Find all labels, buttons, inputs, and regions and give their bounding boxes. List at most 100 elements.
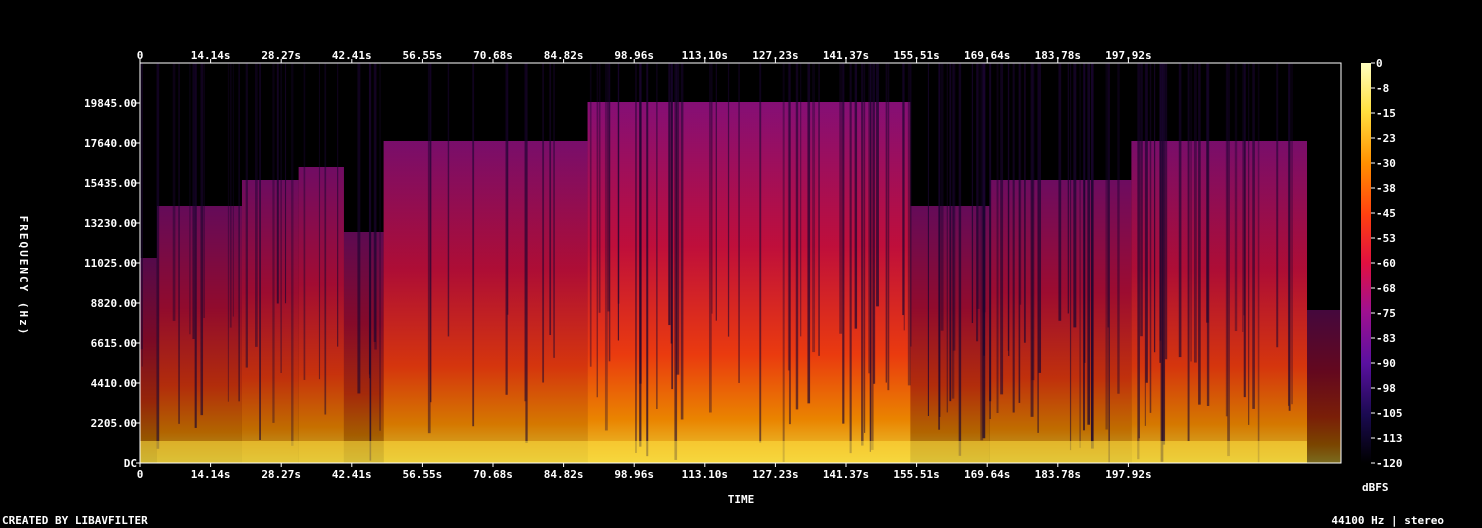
transient-line	[910, 63, 912, 347]
transient-line	[952, 63, 956, 351]
energy-segment-9	[1131, 141, 1308, 463]
transient-line	[1079, 63, 1081, 448]
transient-line	[1257, 63, 1260, 463]
transient-line	[903, 63, 905, 331]
transient-line	[1145, 63, 1148, 383]
transient-line	[553, 63, 555, 358]
x-tick-label-bottom: 56.55s	[403, 468, 443, 481]
x-tick-label-top: 28.27s	[261, 49, 301, 62]
transient-line	[839, 63, 843, 334]
transient-line	[427, 63, 431, 434]
colorbar-tick-label: -30	[1376, 157, 1396, 170]
transient-line	[255, 63, 258, 347]
transient-line	[1276, 63, 1279, 348]
transient-line	[887, 63, 890, 391]
x-tick-label-bottom: 169.64s	[964, 468, 1010, 481]
transient-line	[1242, 63, 1244, 332]
transient-line	[1137, 63, 1140, 460]
transient-line	[1083, 63, 1085, 431]
transient-line	[869, 63, 872, 452]
spectrogram-chart: 0 0 14.14s 14.14s 28.27s 28.27s 42.41s 42.41s 56…	[17, 49, 1403, 506]
transient-line	[1227, 63, 1230, 457]
transient-line	[1008, 63, 1010, 357]
footer-right: 44100 Hz | stereo	[1331, 514, 1444, 527]
transient-line	[680, 63, 684, 420]
transient-line	[232, 63, 234, 317]
transient-line	[639, 63, 642, 447]
x-tick-label-bottom: 84.82s	[544, 468, 584, 481]
x-tick-label-top: 0	[137, 49, 144, 62]
transient-line	[782, 63, 785, 463]
colorbar	[1361, 63, 1371, 463]
transient-line	[1087, 63, 1091, 425]
y-tick-label: 11025.00	[84, 257, 137, 270]
colorbar-tick-label: -98	[1376, 382, 1396, 395]
x-tick-label-bottom: 0	[137, 468, 144, 481]
transient-line	[795, 63, 799, 410]
transient-line	[1243, 63, 1245, 316]
x-tick-label-top: 169.64s	[964, 49, 1010, 62]
spectrogram-plot	[140, 63, 1341, 463]
transient-line	[1178, 63, 1182, 358]
transient-line	[238, 63, 240, 402]
transient-line	[971, 63, 974, 324]
transient-line	[1252, 63, 1255, 409]
x-tick-label-top: 155.51s	[893, 49, 939, 62]
colorbar-tick-label: -15	[1376, 107, 1396, 120]
transient-line	[980, 63, 984, 441]
x-tick-label-top: 98.96s	[614, 49, 654, 62]
x-tick-label-bottom: 14.14s	[191, 468, 231, 481]
transient-line	[989, 63, 992, 402]
energy-segment-5	[383, 141, 588, 463]
transient-line	[996, 63, 999, 414]
colorbar-tick-label: -45	[1376, 207, 1396, 220]
transient-line	[842, 63, 845, 424]
transient-line	[1069, 63, 1072, 451]
transient-line	[373, 63, 377, 342]
transient-line	[1234, 63, 1238, 332]
transient-line	[542, 63, 545, 383]
y-tick-label: 15435.00	[84, 177, 137, 190]
transient-line	[1091, 63, 1093, 442]
colorbar-tick-label: -105	[1376, 407, 1403, 420]
transient-line	[447, 63, 450, 337]
x-tick-label-top: 42.41s	[332, 49, 372, 62]
x-tick-label-bottom: 28.27s	[261, 468, 301, 481]
transient-line	[861, 63, 864, 446]
transient-line	[178, 63, 180, 424]
transient-line	[324, 63, 327, 415]
transient-line	[849, 63, 852, 454]
transient-line	[156, 63, 160, 449]
transient-line	[1012, 63, 1015, 413]
x-tick-label-bottom: 42.41s	[332, 468, 372, 481]
transient-line	[1291, 63, 1293, 405]
transient-line	[229, 63, 232, 328]
x-tick-label-bottom: 183.78s	[1035, 468, 1081, 481]
colorbar-label: dBFS	[1362, 481, 1389, 494]
x-tick-label-top: 14.14s	[191, 49, 231, 62]
y-tick-label: DC	[124, 457, 137, 470]
colorbar-tick-label: -23	[1376, 132, 1396, 145]
transient-line	[885, 63, 887, 383]
transient-line	[203, 63, 205, 318]
transient-line	[1190, 63, 1192, 362]
colorbar-tick-label: -90	[1376, 357, 1396, 370]
y-tick-label: 19845.00	[84, 97, 137, 110]
transient-line	[1198, 63, 1201, 405]
transient-line	[1023, 63, 1026, 343]
colorbar-tick-label: -60	[1376, 257, 1396, 270]
transient-line	[646, 63, 649, 457]
transient-line	[812, 63, 816, 353]
x-tick-label-bottom: 141.37s	[823, 468, 869, 481]
transient-line	[727, 63, 730, 337]
y-tick-label: 6615.00	[91, 337, 137, 350]
transient-line	[635, 63, 637, 453]
transient-line	[799, 63, 802, 337]
transient-line	[357, 63, 361, 394]
transient-line	[656, 63, 658, 410]
transient-line	[946, 63, 948, 413]
y-tick-label: 2205.00	[91, 417, 137, 430]
transient-line	[1248, 63, 1250, 425]
colorbar-tick-label: -120	[1376, 457, 1403, 470]
transient-line	[738, 63, 740, 383]
